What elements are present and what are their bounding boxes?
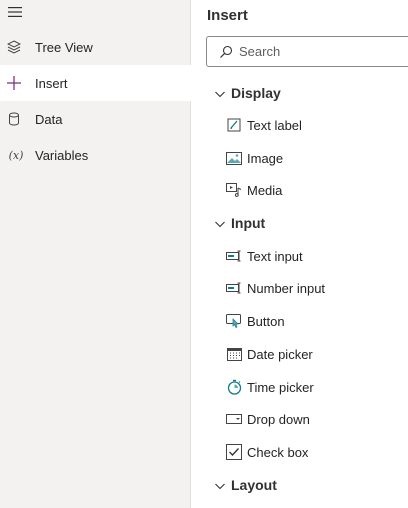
dropdown-icon: [226, 411, 242, 427]
text-input-icon: [226, 248, 242, 264]
insert-item-label: Text label: [247, 117, 302, 133]
chevron-down-icon: [214, 87, 226, 99]
chevron-down-icon: [214, 217, 226, 229]
button-icon: [226, 313, 242, 329]
insert-panel: Insert Display Text label: [192, 0, 408, 508]
nav-item-label: Variables: [35, 147, 89, 163]
search-input[interactable]: [239, 44, 389, 59]
insert-item-label: Text input: [247, 248, 303, 264]
hamburger-menu-icon[interactable]: [7, 5, 23, 19]
database-icon: [6, 111, 22, 127]
insert-item-label: Number input: [247, 280, 326, 296]
plus-icon: [6, 75, 22, 91]
nav-item-data[interactable]: Data: [0, 101, 191, 137]
insert-item-label: Drop down: [247, 411, 310, 427]
text-label-icon: [226, 117, 242, 133]
image-icon: [226, 150, 242, 166]
left-nav-pane: Tree View Insert Data (x) Variables: [0, 0, 191, 508]
insert-item-text-label[interactable]: Text label: [226, 113, 302, 137]
insert-item-label: Date picker: [247, 346, 313, 362]
calendar-icon: [226, 346, 242, 362]
insert-item-media[interactable]: Media: [226, 178, 282, 202]
insert-item-label: Image: [247, 150, 284, 166]
insert-item-label: Button: [247, 313, 285, 329]
insert-item-time-picker[interactable]: Time picker: [226, 375, 314, 399]
search-box[interactable]: [206, 36, 408, 67]
panel-title: Insert: [207, 7, 248, 24]
timer-icon: [226, 379, 242, 395]
nav-item-variables[interactable]: (x) Variables: [0, 137, 191, 173]
insert-item-label: Time picker: [247, 379, 314, 395]
nav-item-insert[interactable]: Insert: [0, 65, 191, 101]
insert-item-check-box[interactable]: Check box: [226, 440, 308, 464]
nav-item-label: Insert: [35, 75, 68, 91]
insert-item-button[interactable]: Button: [226, 309, 285, 333]
insert-item-number-input[interactable]: Number input: [226, 276, 325, 300]
section-layout-header[interactable]: Layout: [214, 473, 277, 497]
nav-item-label: Data: [35, 111, 63, 127]
insert-item-text-input[interactable]: Text input: [226, 244, 303, 268]
nav-item-tree-view[interactable]: Tree View: [0, 29, 191, 65]
insert-item-image[interactable]: Image: [226, 146, 283, 170]
variable-icon: (x): [8, 148, 24, 162]
checkbox-icon: [226, 444, 242, 460]
number-input-icon: [226, 280, 242, 296]
section-display-header[interactable]: Display: [214, 81, 281, 105]
section-label: Input: [231, 215, 266, 231]
section-input-header[interactable]: Input: [214, 211, 265, 235]
section-label: Display: [231, 85, 281, 101]
section-label: Layout: [231, 477, 277, 493]
search-icon: [219, 45, 233, 59]
insert-item-label: Check box: [247, 444, 309, 460]
insert-item-label: Media: [247, 182, 283, 198]
media-icon: [226, 182, 242, 198]
chevron-down-icon: [214, 479, 226, 491]
layers-icon: [6, 39, 22, 55]
insert-item-drop-down[interactable]: Drop down: [226, 407, 310, 431]
nav-item-label: Tree View: [35, 39, 93, 55]
insert-item-date-picker[interactable]: Date picker: [226, 342, 313, 366]
